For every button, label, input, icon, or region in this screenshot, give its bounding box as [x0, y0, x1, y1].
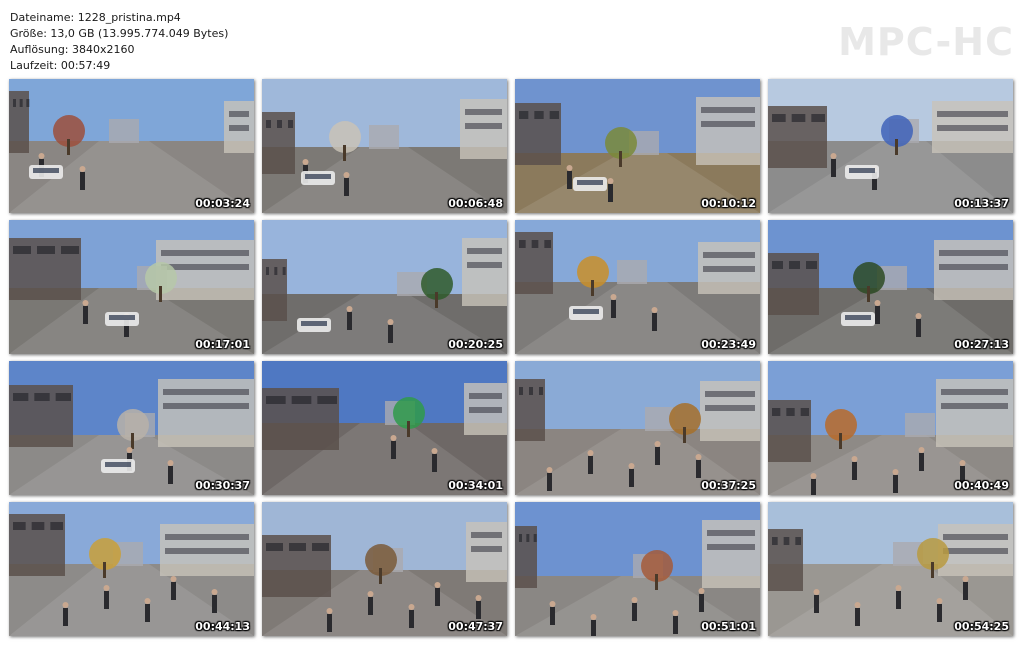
thumbnail-timestamp: 00:27:13 [954, 338, 1009, 351]
duration-label: Laufzeit: 00:57:49 [10, 59, 111, 72]
thumbnail-frame-image [515, 361, 760, 495]
video-thumbnail: 00:27:13 [768, 220, 1013, 354]
video-thumbnail: 00:40:49 [768, 361, 1013, 495]
thumbnail-timestamp: 00:51:01 [701, 620, 756, 633]
thumbnail-frame-image [515, 79, 760, 213]
thumbnail-frame-image [515, 220, 760, 354]
video-thumbnail: 00:06:48 [262, 79, 507, 213]
thumbnail-frame-image [515, 502, 760, 636]
thumbnail-timestamp: 00:34:01 [448, 479, 503, 492]
thumbnail-timestamp: 00:17:01 [195, 338, 250, 351]
thumbnail-timestamp: 00:47:37 [448, 620, 503, 633]
video-thumbnail: 00:13:37 [768, 79, 1013, 213]
thumbnail-timestamp: 00:10:12 [701, 197, 756, 210]
video-thumbnail: 00:44:13 [9, 502, 254, 636]
filesize-label: Größe: 13,0 GB (13.995.774.049 Bytes) [10, 27, 229, 40]
video-thumbnail: 00:30:37 [9, 361, 254, 495]
video-thumbnail: 00:03:24 [9, 79, 254, 213]
video-thumbnail: 00:34:01 [262, 361, 507, 495]
video-thumbnail: 00:23:49 [515, 220, 760, 354]
thumbnail-frame-image [9, 220, 254, 354]
thumbnail-frame-image [9, 361, 254, 495]
resolution-label: Auflösung: 3840x2160 [10, 43, 135, 56]
thumbnail-frame-image [768, 79, 1013, 213]
thumbnail-frame-image [262, 79, 507, 213]
filename-label: Dateiname: 1228_pristina.mp4 [10, 11, 181, 24]
thumbnail-timestamp: 00:30:37 [195, 479, 250, 492]
thumbnail-timestamp: 00:20:25 [448, 338, 503, 351]
thumbnail-frame-image [262, 502, 507, 636]
thumbnail-timestamp: 00:54:25 [954, 620, 1009, 633]
file-info-block: Dateiname: 1228_pristina.mp4 Größe: 13,0… [10, 10, 228, 74]
video-thumbnail: 00:17:01 [9, 220, 254, 354]
thumbnail-frame-image [262, 361, 507, 495]
thumbnail-timestamp: 00:13:37 [954, 197, 1009, 210]
thumbnail-timestamp: 00:23:49 [701, 338, 756, 351]
thumbnail-timestamp: 00:40:49 [954, 479, 1009, 492]
thumbnail-grid: 00:03:24 00:06:48 00:10:12 00:13:37 00:17:01… [9, 79, 1013, 636]
thumbnail-sheet: Dateiname: 1228_pristina.mp4 Größe: 13,0… [0, 0, 1024, 646]
thumbnail-frame-image [768, 220, 1013, 354]
thumbnail-timestamp: 00:03:24 [195, 197, 250, 210]
thumbnail-timestamp: 00:44:13 [195, 620, 250, 633]
video-thumbnail: 00:10:12 [515, 79, 760, 213]
thumbnail-timestamp: 00:37:25 [701, 479, 756, 492]
thumbnail-timestamp: 00:06:48 [448, 197, 503, 210]
video-thumbnail: 00:20:25 [262, 220, 507, 354]
thumbnail-frame-image [768, 361, 1013, 495]
thumbnail-frame-image [9, 502, 254, 636]
video-thumbnail: 00:54:25 [768, 502, 1013, 636]
video-thumbnail: 00:37:25 [515, 361, 760, 495]
video-thumbnail: 00:47:37 [262, 502, 507, 636]
video-thumbnail: 00:51:01 [515, 502, 760, 636]
thumbnail-frame-image [262, 220, 507, 354]
thumbnail-frame-image [768, 502, 1013, 636]
thumbnail-frame-image [9, 79, 254, 213]
mpc-hc-logo: MPC-HC [838, 20, 1014, 64]
